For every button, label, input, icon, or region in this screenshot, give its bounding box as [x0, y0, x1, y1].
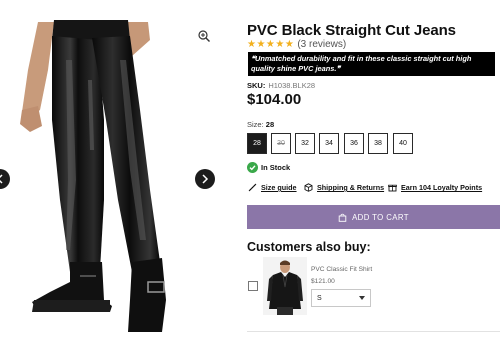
- size-option-32[interactable]: 32: [295, 133, 315, 154]
- add-to-cart-button[interactable]: ADD TO CART: [247, 205, 500, 229]
- chevron-left-icon: [0, 174, 3, 184]
- loyalty-points-link[interactable]: Earn 104 Loyalty Points: [388, 183, 482, 192]
- size-label-text: Size:: [247, 120, 264, 129]
- upsell-product-price: $121.00: [311, 278, 335, 285]
- add-to-cart-label: ADD TO CART: [352, 212, 409, 222]
- shipping-returns-link[interactable]: Shipping & Returns: [304, 183, 384, 192]
- product-info: PVC Black Straight Cut Jeans ★★★★★ (3 re…: [247, 0, 500, 337]
- product-gallery: [0, 0, 232, 337]
- next-image-button[interactable]: [195, 169, 215, 189]
- sku: SKU: H1038.BLK28: [247, 81, 315, 90]
- zoom-icon[interactable]: [197, 29, 211, 43]
- upsell-product-image[interactable]: [263, 257, 307, 315]
- stock-status: In Stock: [247, 161, 290, 173]
- ruler-icon: [248, 183, 257, 192]
- chevron-right-icon: [202, 174, 209, 184]
- product-rating: ★★★★★ (3 reviews): [247, 39, 346, 50]
- customers-also-buy-heading: Customers also buy:: [247, 240, 371, 254]
- size-option-40[interactable]: 40: [393, 133, 413, 154]
- sku-value: H1038.BLK28: [268, 81, 316, 90]
- size-option-30[interactable]: 30: [271, 133, 291, 154]
- size-option-36[interactable]: 36: [344, 133, 364, 154]
- box-icon: [304, 183, 313, 192]
- size-option-38[interactable]: 38: [368, 133, 388, 154]
- product-title: PVC Black Straight Cut Jeans: [247, 22, 456, 39]
- sku-label: SKU:: [247, 81, 266, 90]
- upsell-size-value: S: [317, 294, 322, 302]
- divider: [247, 331, 500, 332]
- product-tagline: ❝Unmatched durability and fit in these c…: [248, 52, 495, 76]
- size-guide-link[interactable]: Size guide: [248, 183, 297, 192]
- size-label: Size: 28: [247, 120, 274, 129]
- gift-icon: [388, 184, 397, 192]
- reviews-link[interactable]: (3 reviews): [297, 39, 346, 50]
- previous-image-button[interactable]: [0, 169, 10, 189]
- rating-stars: ★★★★★: [247, 39, 295, 50]
- shopping-bag-icon: [338, 213, 347, 222]
- upsell-product-name[interactable]: PVC Classic Fit Shirt: [311, 266, 372, 273]
- upsell-size-select[interactable]: S: [311, 289, 371, 307]
- caret-down-icon: [359, 296, 365, 300]
- upsell-checkbox[interactable]: [248, 281, 258, 291]
- size-option-28[interactable]: 28: [247, 133, 267, 154]
- product-price: $104.00: [247, 91, 302, 108]
- selected-size: 28: [265, 120, 275, 129]
- check-icon: [247, 161, 258, 173]
- size-option-34[interactable]: 34: [319, 133, 339, 154]
- stock-text: In Stock: [261, 162, 291, 172]
